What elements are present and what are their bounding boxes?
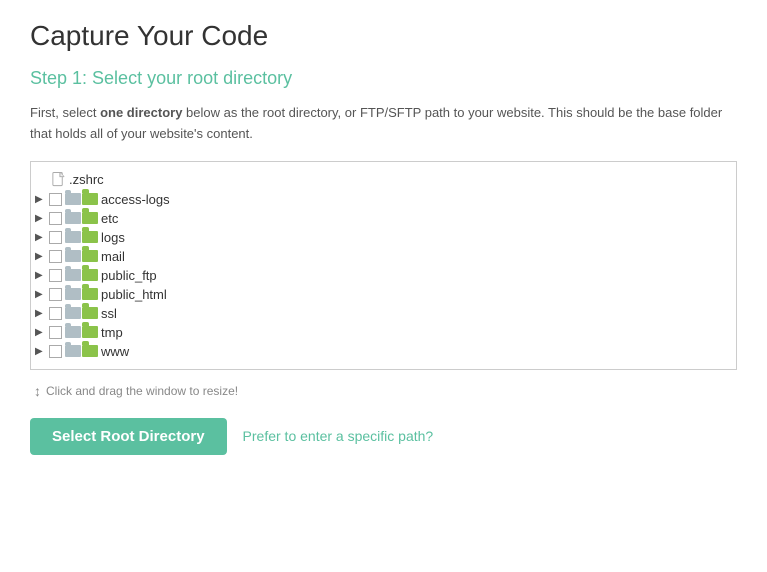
folder-icon-pair: [65, 269, 98, 281]
item-checkbox[interactable]: [49, 326, 62, 339]
folder-front-icon: [82, 345, 98, 357]
expand-arrow: ▶: [35, 327, 47, 338]
folder-name: logs: [101, 230, 125, 245]
folder-front-icon: [82, 193, 98, 205]
item-checkbox[interactable]: [49, 288, 62, 301]
folder-name: etc: [101, 211, 118, 226]
folder-back-icon: [65, 307, 81, 319]
page-title: Capture Your Code: [30, 20, 737, 52]
folder-icon-pair: [65, 288, 98, 300]
folder-back-icon: [65, 231, 81, 243]
folder-front-icon: [82, 326, 98, 338]
list-item[interactable]: ▶ logs: [31, 228, 736, 247]
description-bold: one directory: [100, 105, 182, 120]
expand-arrow: ▶: [35, 270, 47, 281]
folder-back-icon: [65, 212, 81, 224]
expand-arrow: ▶: [35, 232, 47, 243]
item-checkbox[interactable]: [49, 307, 62, 320]
folder-front-icon: [82, 269, 98, 281]
file-tree-container: .zshrc ▶ access-logs ▶ etc ▶: [30, 161, 737, 370]
item-checkbox[interactable]: [49, 345, 62, 358]
folder-front-icon: [82, 307, 98, 319]
folder-back-icon: [65, 193, 81, 205]
file-icon: [51, 172, 65, 188]
folder-front-icon: [82, 231, 98, 243]
list-item[interactable]: ▶ ssl: [31, 304, 736, 323]
expand-arrow: ▶: [35, 308, 47, 319]
folder-name: tmp: [101, 325, 123, 340]
folder-icon-pair: [65, 345, 98, 357]
resize-hint: ↕ Click and drag the window to resize!: [30, 378, 737, 404]
folder-icon-pair: [65, 307, 98, 319]
folder-name: public_ftp: [101, 268, 157, 283]
list-item[interactable]: .zshrc: [31, 170, 736, 190]
root-file-name: .zshrc: [69, 172, 104, 187]
folder-name: www: [101, 344, 129, 359]
folder-icon-pair: [65, 250, 98, 262]
list-item[interactable]: ▶ mail: [31, 247, 736, 266]
resize-hint-text: Click and drag the window to resize!: [46, 384, 238, 398]
folder-name: mail: [101, 249, 125, 264]
list-item[interactable]: ▶ public_ftp: [31, 266, 736, 285]
item-checkbox[interactable]: [49, 212, 62, 225]
expand-arrow: ▶: [35, 251, 47, 262]
item-checkbox[interactable]: [49, 193, 62, 206]
folder-back-icon: [65, 288, 81, 300]
action-row: Select Root Directory Prefer to enter a …: [30, 418, 737, 455]
folder-back-icon: [65, 250, 81, 262]
folder-back-icon: [65, 269, 81, 281]
file-tree-scroll[interactable]: .zshrc ▶ access-logs ▶ etc ▶: [31, 162, 736, 369]
folder-back-icon: [65, 326, 81, 338]
folder-back-icon: [65, 345, 81, 357]
folder-icon-pair: [65, 326, 98, 338]
folder-name: access-logs: [101, 192, 170, 207]
list-item[interactable]: ▶ etc: [31, 209, 736, 228]
folder-name: public_html: [101, 287, 167, 302]
specific-path-link[interactable]: Prefer to enter a specific path?: [243, 428, 434, 444]
folder-front-icon: [82, 288, 98, 300]
folder-front-icon: [82, 212, 98, 224]
folder-icon-pair: [65, 212, 98, 224]
expand-arrow: ▶: [35, 289, 47, 300]
list-item[interactable]: ▶ access-logs: [31, 190, 736, 209]
folder-name: ssl: [101, 306, 117, 321]
description: First, select one directory below as the…: [30, 103, 737, 145]
step-title: Step 1: Select your root directory: [30, 68, 737, 89]
item-checkbox[interactable]: [49, 250, 62, 263]
folder-icon-pair: [65, 231, 98, 243]
select-root-button[interactable]: Select Root Directory: [30, 418, 227, 455]
list-item[interactable]: ▶ public_html: [31, 285, 736, 304]
folder-front-icon: [82, 250, 98, 262]
resize-icon: ↕: [34, 383, 41, 399]
description-text-1: First, select: [30, 105, 100, 120]
item-checkbox[interactable]: [49, 231, 62, 244]
list-item[interactable]: ▶ tmp: [31, 323, 736, 342]
expand-arrow: ▶: [35, 346, 47, 357]
list-item[interactable]: ▶ www: [31, 342, 736, 361]
folder-icon-pair: [65, 193, 98, 205]
item-checkbox[interactable]: [49, 269, 62, 282]
expand-arrow: ▶: [35, 213, 47, 224]
expand-arrow: ▶: [35, 194, 47, 205]
